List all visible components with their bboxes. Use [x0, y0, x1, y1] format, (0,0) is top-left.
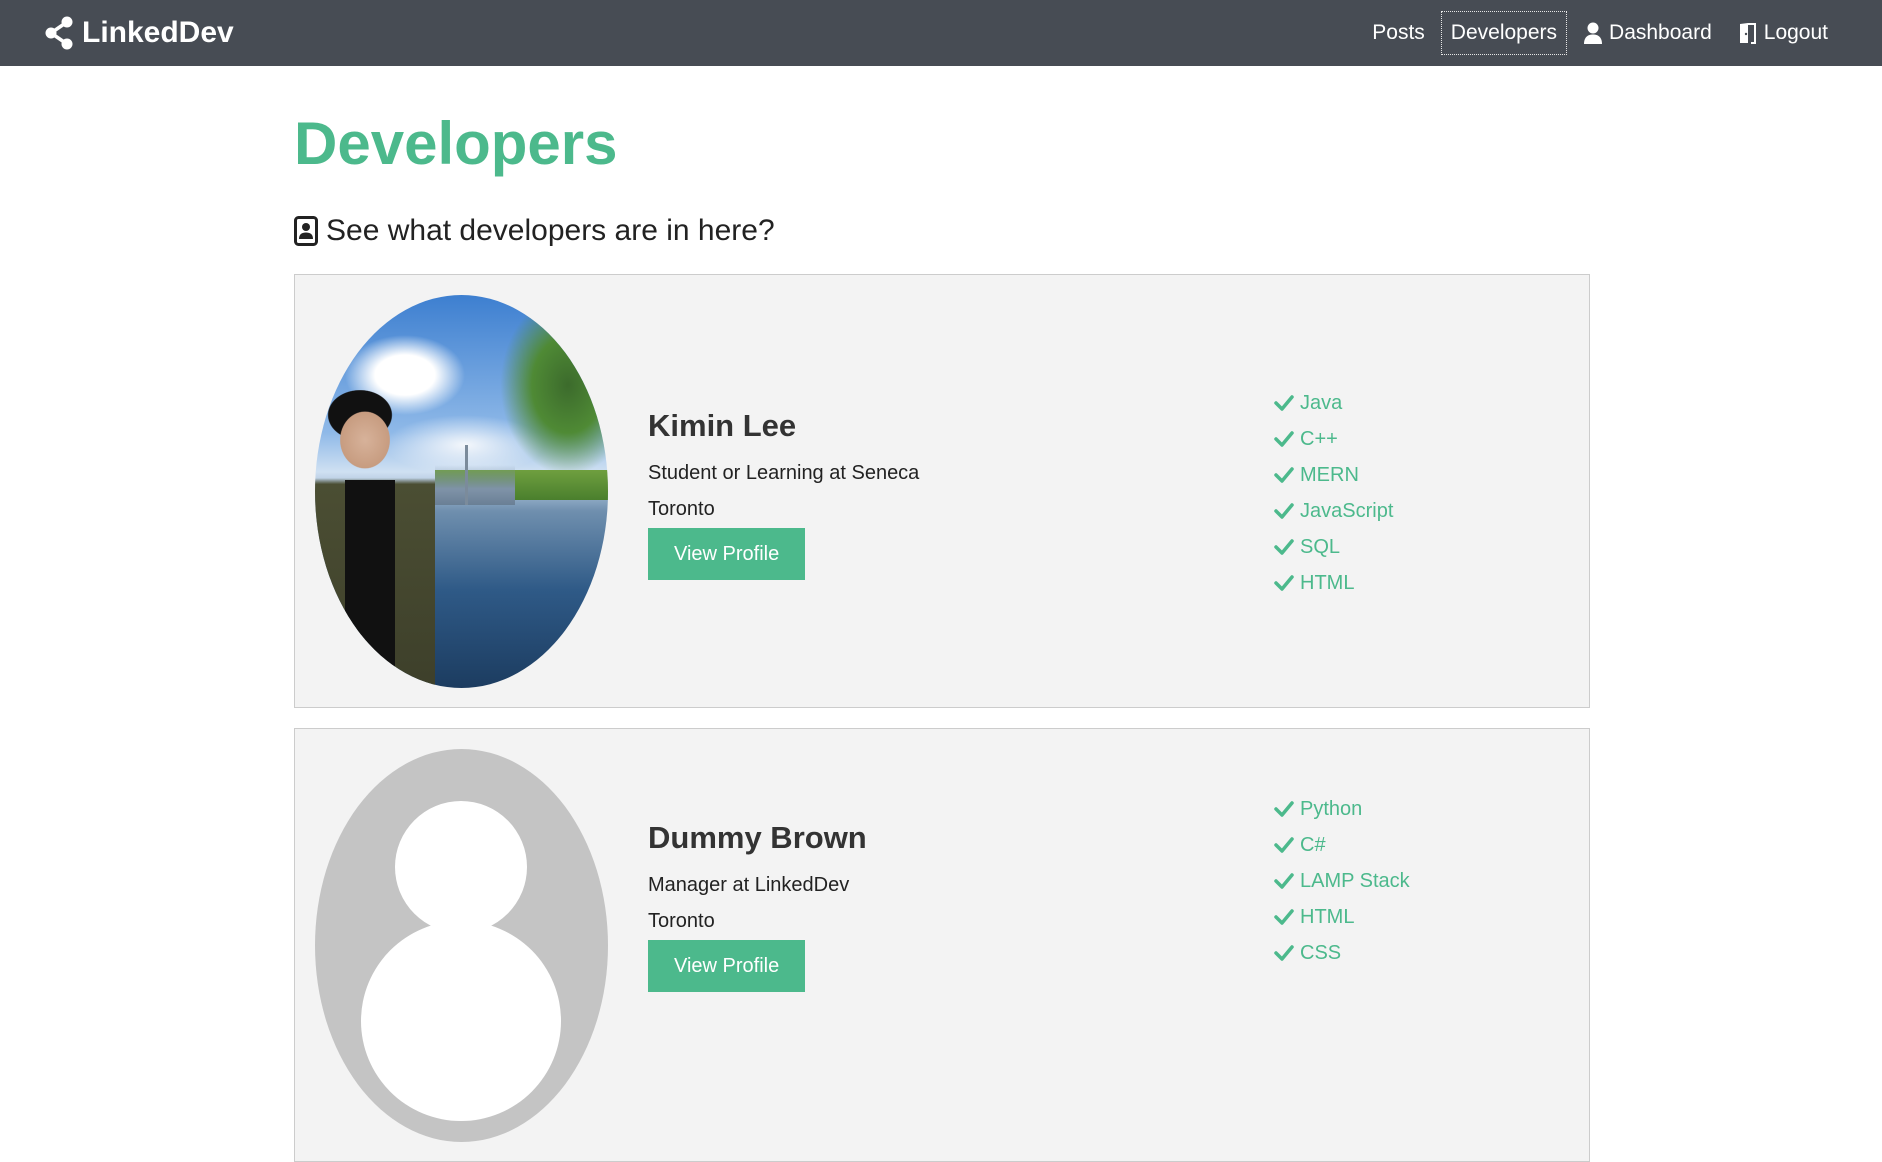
skill-item: LAMP Stack: [1274, 863, 1410, 899]
skill-item: JavaScript: [1274, 493, 1393, 529]
developer-location: Toronto: [648, 910, 715, 932]
photo-tower: [465, 445, 468, 505]
brand-name: LinkedDev: [82, 16, 234, 49]
skill-item: Python: [1274, 791, 1410, 827]
skill-label: SQL: [1300, 535, 1341, 558]
skill-label: LAMP Stack: [1300, 869, 1410, 892]
skill-label: C++: [1300, 427, 1338, 450]
view-profile-button[interactable]: View Profile: [648, 940, 806, 992]
nav-links: Posts Developers Dashboard Logout: [1362, 11, 1838, 55]
view-profile-button[interactable]: View Profile: [648, 528, 806, 580]
profile-card: Dummy Brown Manager at LinkedDev Toronto…: [294, 728, 1590, 1162]
navbar: LinkedDev Posts Developers Dashboard Log…: [0, 0, 1882, 66]
nav-posts-link[interactable]: Posts: [1362, 11, 1435, 55]
page-title: Developers: [294, 110, 618, 177]
main-content: Developers See what developers are in he…: [294, 66, 1590, 1162]
profile-card: Kimin Lee Student or Learning at Seneca …: [294, 274, 1590, 708]
avatar: [315, 749, 608, 1142]
developer-status: Student or Learning at Seneca: [648, 462, 920, 484]
nav-developers-label: Developers: [1450, 21, 1558, 44]
photo-shirt: [345, 480, 395, 688]
user-icon: [1584, 22, 1603, 44]
check-icon: [1274, 837, 1294, 853]
page-subtitle: See what developers are in here?: [294, 214, 1590, 248]
nav-logout-label: Logout: [1763, 21, 1828, 44]
skill-item: SQL: [1274, 529, 1393, 565]
skill-item: CSS: [1274, 935, 1410, 971]
skill-item: C++: [1274, 421, 1393, 457]
photo-skyline: [435, 465, 515, 505]
skill-label: Python: [1300, 797, 1363, 820]
skill-item: Java: [1274, 385, 1393, 421]
skill-label: HTML: [1300, 571, 1355, 594]
developer-name: Dummy Brown: [648, 820, 867, 855]
skill-label: JavaScript: [1300, 499, 1394, 522]
subtitle-text: See what developers are in here?: [326, 214, 775, 247]
skill-label: CSS: [1300, 941, 1342, 964]
nav-posts-label: Posts: [1372, 21, 1425, 44]
skill-item: HTML: [1274, 565, 1393, 601]
check-icon: [1274, 873, 1294, 889]
skill-label: Java: [1300, 391, 1343, 414]
door-exit-icon: [1739, 23, 1756, 44]
nav-dashboard-label: Dashboard: [1609, 21, 1712, 44]
skill-label: MERN: [1300, 463, 1359, 486]
check-icon: [1274, 503, 1294, 519]
skill-label: HTML: [1300, 905, 1355, 928]
avatar: [315, 295, 608, 688]
developer-location: Toronto: [648, 498, 715, 520]
contact-card-icon: [294, 216, 318, 246]
check-icon: [1274, 539, 1294, 555]
skills-list: Python C# LAMP Stack HTML CSS: [1274, 791, 1410, 971]
skill-item: MERN: [1274, 457, 1393, 493]
check-icon: [1274, 431, 1294, 447]
check-icon: [1274, 575, 1294, 591]
brand-link[interactable]: LinkedDev: [44, 16, 234, 50]
nav-developers-link[interactable]: Developers: [1440, 11, 1568, 55]
check-icon: [1274, 467, 1294, 483]
developer-status: Manager at LinkedDev: [648, 874, 850, 896]
avatar-placeholder-head: [395, 801, 527, 933]
skills-list: Java C++ MERN JavaScript SQL HTML: [1274, 385, 1393, 601]
skill-item: HTML: [1274, 899, 1410, 935]
nav-dashboard-link[interactable]: Dashboard: [1573, 11, 1722, 55]
check-icon: [1274, 909, 1294, 925]
check-icon: [1274, 395, 1294, 411]
nav-logout-link[interactable]: Logout: [1728, 11, 1838, 55]
skill-item: C#: [1274, 827, 1410, 863]
share-icon: [45, 16, 73, 50]
check-icon: [1274, 945, 1294, 961]
avatar-placeholder-body: [361, 921, 561, 1121]
developer-name: Kimin Lee: [648, 408, 797, 443]
skill-label: C#: [1300, 833, 1326, 856]
check-icon: [1274, 801, 1294, 817]
